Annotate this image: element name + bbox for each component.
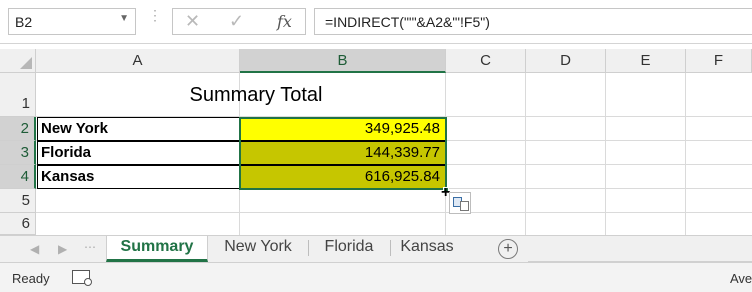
- tab-scroll-left-icon[interactable]: ◀: [30, 242, 39, 256]
- select-all-button[interactable]: [0, 49, 36, 73]
- tab-new-york[interactable]: New York: [210, 236, 306, 262]
- column-header-c[interactable]: C: [446, 49, 526, 73]
- more-options-icon[interactable]: ⋮: [148, 8, 162, 22]
- row-header-4[interactable]: 4: [0, 165, 36, 189]
- cell-a3[interactable]: Florida: [37, 141, 240, 165]
- row-header-2[interactable]: 2: [0, 117, 36, 141]
- formula-actions: ✕ ✓ fx: [172, 8, 306, 35]
- status-average: Ave: [730, 271, 752, 286]
- column-header-d[interactable]: D: [526, 49, 606, 73]
- formula-text: =INDIRECT("'"&A2&"'!F5"): [325, 14, 490, 30]
- tab-florida[interactable]: Florida: [310, 236, 388, 262]
- chevron-down-icon[interactable]: ▼: [119, 13, 129, 24]
- tab-kansas[interactable]: Kansas: [392, 236, 462, 262]
- column-header-a[interactable]: A: [36, 49, 240, 73]
- macro-recording-icon[interactable]: [72, 270, 92, 286]
- tab-scroll-right-icon[interactable]: ▶: [58, 242, 67, 256]
- row-header-6[interactable]: 6: [0, 213, 36, 235]
- paste-options-icon[interactable]: [449, 192, 471, 214]
- row-header-3[interactable]: 3: [0, 141, 36, 165]
- insert-function-icon[interactable]: fx: [277, 12, 292, 31]
- name-box-value: B2: [15, 14, 33, 30]
- enter-icon[interactable]: ✓: [229, 11, 244, 32]
- cell-a4[interactable]: Kansas: [37, 165, 240, 189]
- tab-split-dots-icon[interactable]: ⋯: [84, 240, 96, 254]
- excel-window: B2 ▼ ⋮ ✕ ✓ fx =INDIRECT("'"&A2&"'!F5") A…: [0, 0, 752, 292]
- tab-summary[interactable]: Summary: [106, 236, 208, 262]
- column-header-f[interactable]: F: [686, 49, 752, 73]
- add-sheet-button[interactable]: +: [498, 239, 518, 259]
- sheet-tabs-bar: ◀ ▶ ⋯ Summary New York Florida Kansas +: [0, 235, 752, 262]
- row-header-1[interactable]: 1: [0, 73, 36, 117]
- name-box[interactable]: B2 ▼: [8, 8, 136, 35]
- cancel-icon[interactable]: ✕: [185, 11, 200, 32]
- cell-a2[interactable]: New York: [37, 117, 240, 141]
- summary-title-cell[interactable]: Summary Total: [36, 84, 476, 107]
- row-header-5[interactable]: 5: [0, 189, 36, 213]
- selection-range: [239, 117, 447, 190]
- column-header-b[interactable]: B: [240, 49, 446, 73]
- formula-bar: B2 ▼ ⋮ ✕ ✓ fx =INDIRECT("'"&A2&"'!F5"): [0, 0, 752, 44]
- formula-input[interactable]: =INDIRECT("'"&A2&"'!F5"): [314, 8, 752, 35]
- status-bar: Ready Ave: [0, 262, 752, 292]
- status-ready: Ready: [12, 271, 50, 286]
- column-header-e[interactable]: E: [606, 49, 686, 73]
